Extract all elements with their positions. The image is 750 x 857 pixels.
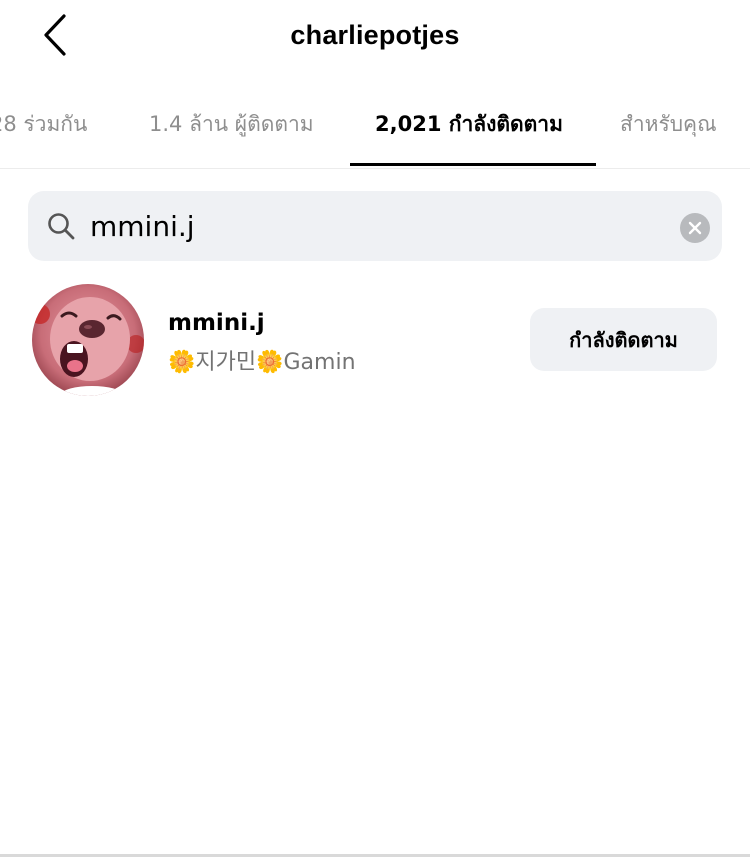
- tab-followers[interactable]: 1.4 ล้าน ผู้ติดตาม: [149, 108, 314, 141]
- clear-icon: [688, 221, 702, 235]
- search-bar: [28, 191, 722, 261]
- following-button[interactable]: กำลังติดตาม: [530, 308, 717, 371]
- tab-for-you[interactable]: สำหรับคุณ: [620, 108, 717, 141]
- avatar[interactable]: [32, 284, 144, 396]
- header: charliepotjes: [0, 0, 750, 80]
- tab-bar: 28 ร่วมกัน 1.4 ล้าน ผู้ติดตาม 2,021 กำลั…: [0, 88, 750, 169]
- list-item[interactable]: mmini.j 🌼지가민🌼Gamin กำลังติดตาม: [0, 280, 750, 400]
- tab-mutual[interactable]: 28 ร่วมกัน: [0, 108, 87, 141]
- tab-following[interactable]: 2,021 กำลังติดตาม: [375, 108, 563, 141]
- search-icon: [48, 213, 75, 240]
- search-input[interactable]: [90, 203, 650, 249]
- result-full-name: 🌼지가민🌼Gamin: [168, 350, 356, 375]
- result-username[interactable]: mmini.j: [168, 310, 265, 336]
- following-list-page: charliepotjes 28 ร่วมกัน 1.4 ล้าน ผู้ติด…: [0, 0, 750, 857]
- page-title: charliepotjes: [290, 20, 460, 50]
- active-tab-indicator: [350, 163, 596, 166]
- clear-search-button[interactable]: [680, 213, 710, 243]
